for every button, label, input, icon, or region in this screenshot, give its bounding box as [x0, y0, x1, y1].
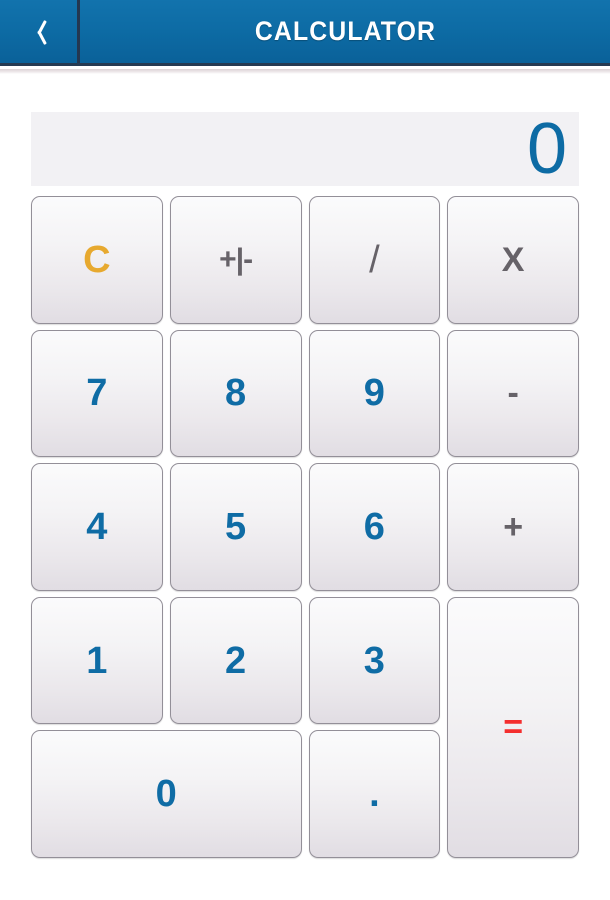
digit-0-button[interactable]: 0	[31, 730, 302, 858]
digit-1-label: 1	[86, 639, 108, 682]
digit-7-label: 7	[86, 372, 108, 415]
display-value: 0	[526, 109, 567, 189]
divide-button-label: /	[369, 238, 380, 281]
digit-7-button[interactable]: 7	[31, 329, 163, 458]
digit-5-button[interactable]: 5	[169, 463, 302, 591]
digit-4-button[interactable]: 4	[31, 463, 163, 591]
digit-3-button[interactable]: 3	[308, 596, 441, 725]
subtract-button[interactable]: -	[447, 329, 579, 458]
digit-6-label: 6	[363, 505, 385, 548]
back-button[interactable]	[0, 0, 80, 63]
digit-8-label: 8	[225, 372, 247, 415]
digit-9-button[interactable]: 9	[308, 329, 441, 458]
clear-button[interactable]: C	[31, 196, 163, 324]
subtract-button-label: -	[507, 374, 519, 413]
chevron-left-icon	[31, 19, 46, 45]
decimal-point-button[interactable]: .	[308, 730, 441, 858]
digit-5-label: 5	[225, 505, 247, 548]
calculator-app: CALCULATOR 0 C +|- / X 7 8 9 - 4 5 6 + 1…	[0, 0, 610, 900]
digit-6-button[interactable]: 6	[308, 463, 441, 591]
digit-1-button[interactable]: 1	[31, 596, 163, 725]
equals-button-label: =	[503, 708, 524, 747]
calculator-keypad: C +|- / X 7 8 9 - 4 5 6 + 1 2 3 = 0 .	[31, 196, 579, 858]
digit-9-label: 9	[363, 372, 385, 415]
calculator-display: 0	[31, 112, 579, 186]
header-underline	[0, 69, 610, 74]
decimal-point-label: .	[369, 773, 380, 816]
add-button-label: +	[503, 507, 524, 546]
divide-button[interactable]: /	[308, 196, 441, 324]
sign-toggle-button[interactable]: +|-	[169, 196, 302, 324]
add-button[interactable]: +	[447, 463, 579, 591]
sign-toggle-button-label: +|-	[219, 242, 253, 276]
multiply-button[interactable]: X	[447, 196, 579, 324]
clear-button-label: C	[83, 238, 111, 281]
digit-2-label: 2	[225, 639, 247, 682]
digit-8-button[interactable]: 8	[169, 329, 302, 458]
digit-2-button[interactable]: 2	[169, 596, 302, 725]
equals-button[interactable]: =	[447, 596, 579, 858]
digit-0-label: 0	[155, 773, 177, 816]
digit-4-label: 4	[86, 505, 108, 548]
multiply-button-label: X	[501, 240, 525, 279]
digit-3-label: 3	[363, 639, 385, 682]
header-title-container: CALCULATOR	[80, 0, 610, 63]
page-title: CALCULATOR	[254, 16, 436, 46]
app-header: CALCULATOR	[0, 0, 610, 66]
